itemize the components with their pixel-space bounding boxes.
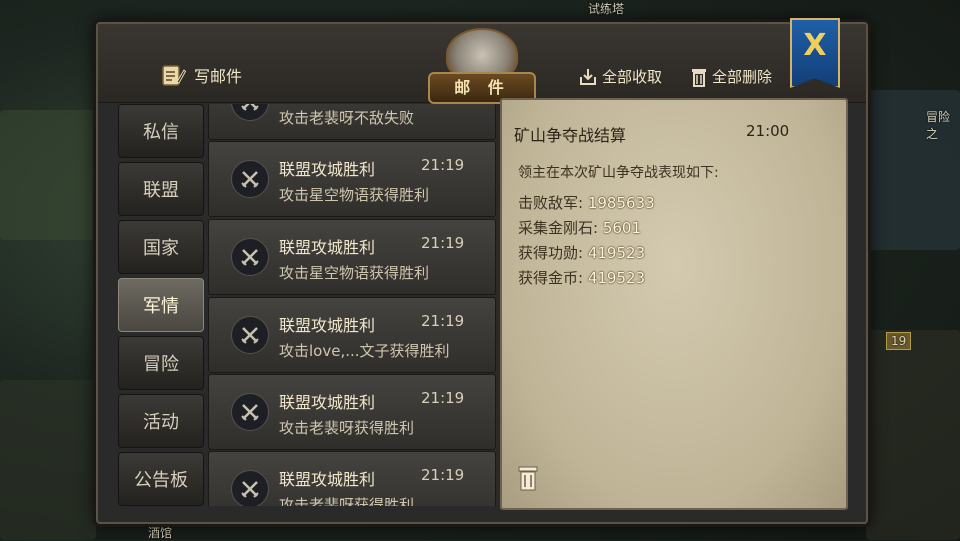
crossed-swords-icon [231, 316, 269, 354]
stat-value: 419523 [587, 244, 646, 262]
map-level-badge: 19 [886, 332, 912, 350]
mail-summary: 攻击老裴呀不敌失败 [279, 109, 415, 127]
collect-all-icon [580, 68, 596, 85]
map-terrain [866, 330, 960, 540]
stat-row: 击败敌军: 1985633 [518, 192, 655, 217]
tab-events[interactable]: 活动 [118, 394, 204, 448]
mail-detail-time: 21:00 [746, 122, 790, 140]
map-label-adventure: 冒险之 [926, 110, 951, 141]
mail-time: 21:19 [421, 389, 465, 407]
collect-all-label: 全部收取 [602, 68, 663, 86]
mail-summary: 攻击星空物语获得胜利 [279, 264, 430, 282]
write-mail-label: 写邮件 [194, 67, 243, 86]
list-item[interactable]: 联盟攻城胜利 21:19 攻击love,...文子获得胜利 [208, 297, 496, 373]
tab-label: 军情 [143, 296, 179, 317]
write-mail-icon [162, 65, 186, 86]
mail-window: 写邮件 邮 件 全部收取 全部删除 X 私信 联盟 国家 军情 冒险 活动 公告… [96, 18, 868, 524]
tab-label: 活动 [143, 412, 179, 433]
tab-label: 公告板 [134, 470, 188, 491]
mail-detail-intro: 领主在本次矿山争夺战表现如下: [518, 165, 719, 181]
map-label-tavern: 酒馆 [148, 526, 173, 540]
tab-label: 冒险 [143, 354, 179, 375]
mail-summary: 攻击老裴呀获得胜利 [279, 496, 415, 506]
tab-bulletin[interactable]: 公告板 [118, 452, 204, 506]
write-mail-button[interactable]: 写邮件 [160, 62, 242, 88]
stat-row: 获得功勋: 419523 [518, 242, 655, 267]
trash-icon [518, 466, 538, 491]
list-item[interactable]: 联盟攻城胜利 21:19 攻击老裴呀获得胜利 [208, 374, 496, 450]
mail-detail-panel: 矿山争夺战结算 21:00 领主在本次矿山争夺战表现如下: 击败敌军: 1985… [500, 98, 848, 510]
mail-subject: 联盟攻城胜利 [279, 393, 376, 412]
close-button[interactable]: X [790, 18, 840, 88]
list-item[interactable]: 联盟攻城胜利 21:19 攻击星空物语获得胜利 [208, 219, 496, 295]
list-item[interactable]: 攻击老裴呀不敌失败 [208, 104, 496, 140]
stat-label: 击败敌军: [518, 194, 584, 212]
stat-row: 采集金刚石: 5601 [518, 217, 655, 242]
mail-time: 21:19 [421, 312, 465, 330]
mail-time: 21:19 [421, 466, 465, 484]
crossed-swords-icon [231, 160, 269, 198]
mail-category-tabs: 私信 联盟 国家 军情 冒险 活动 公告板 [118, 104, 204, 510]
tab-label: 私信 [143, 122, 179, 143]
crossed-swords-icon [231, 104, 269, 121]
map-terrain [0, 110, 96, 240]
tab-label: 国家 [143, 238, 179, 259]
mail-list[interactable]: 攻击老裴呀不敌失败 联盟攻城胜利 21:19 攻击星空物语获得胜利 联盟攻城胜利… [208, 104, 496, 506]
mail-summary: 攻击love,...文子获得胜利 [279, 342, 450, 360]
list-item[interactable]: 联盟攻城胜利 21:19 攻击星空物语获得胜利 [208, 141, 496, 217]
crossed-swords-icon [231, 393, 269, 431]
crossed-swords-icon [231, 470, 269, 506]
tab-alliance[interactable]: 联盟 [118, 162, 204, 216]
stat-row: 获得金币: 419523 [518, 267, 655, 292]
stat-value: 5601 [602, 219, 642, 237]
delete-mail-button[interactable] [516, 464, 540, 496]
stat-label: 获得功勋: [518, 244, 584, 262]
mail-time: 21:19 [421, 234, 465, 252]
stat-label: 采集金刚石: [518, 219, 599, 237]
tab-private[interactable]: 私信 [118, 104, 204, 158]
stat-value: 419523 [587, 269, 646, 287]
crossed-swords-icon [231, 238, 269, 276]
tab-kingdom[interactable]: 国家 [118, 220, 204, 274]
stat-value: 1985633 [587, 194, 655, 212]
battle-stats: 击败敌军: 1985633 采集金刚石: 5601 获得功勋: 419523 获… [518, 192, 655, 292]
mail-subject: 联盟攻城胜利 [279, 238, 376, 257]
mail-subject: 联盟攻城胜利 [279, 470, 376, 489]
mail-subject: 联盟攻城胜利 [279, 316, 376, 335]
tab-label: 联盟 [143, 180, 179, 201]
mail-time: 21:19 [421, 156, 465, 174]
tab-military[interactable]: 军情 [118, 278, 204, 332]
collect-all-button[interactable]: 全部收取 [578, 66, 662, 87]
delete-all-button[interactable]: 全部删除 [690, 66, 772, 87]
mail-subject: 联盟攻城胜利 [279, 160, 376, 179]
delete-all-label: 全部删除 [712, 68, 773, 86]
mail-summary: 攻击老裴呀获得胜利 [279, 419, 415, 437]
tab-adventure[interactable]: 冒险 [118, 336, 204, 390]
map-terrain [0, 380, 96, 540]
stat-label: 获得金币: [518, 269, 584, 287]
trash-icon [692, 68, 706, 87]
close-icon: X [803, 28, 827, 63]
mail-detail-title: 矿山争夺战结算 [514, 126, 627, 145]
mail-header: 写邮件 邮 件 全部收取 全部删除 X [98, 18, 866, 104]
mail-summary: 攻击星空物语获得胜利 [279, 186, 430, 204]
map-label-trial-tower: 试练塔 [588, 2, 625, 16]
list-item[interactable]: 联盟攻城胜利 21:19 攻击老裴呀获得胜利 [208, 451, 496, 506]
